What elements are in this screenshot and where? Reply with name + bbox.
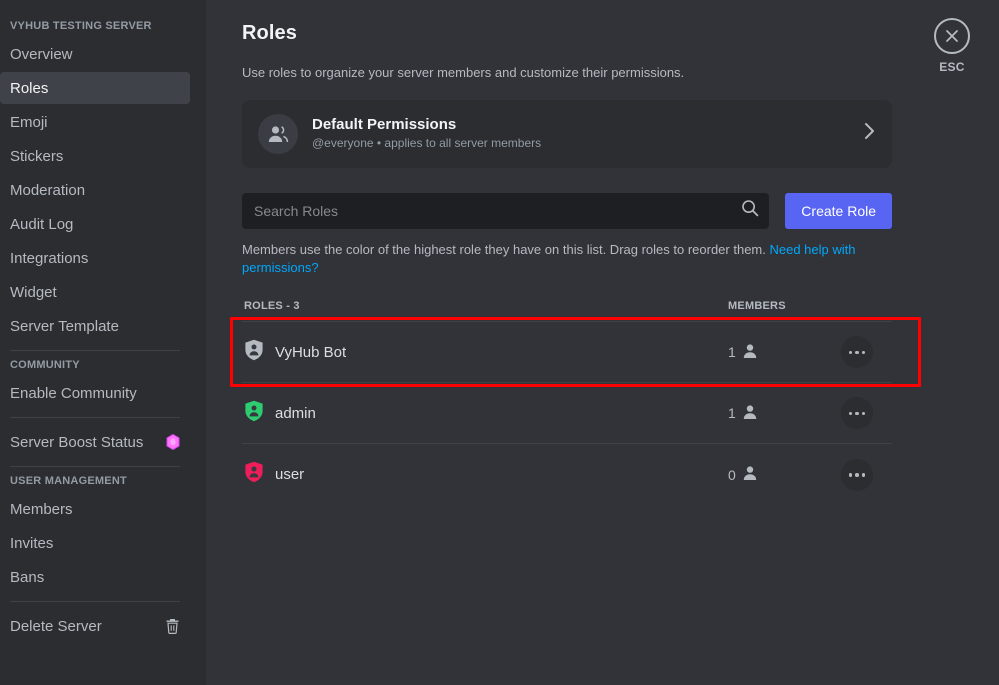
sidebar-item-members[interactable]: Members [0,493,190,525]
page-title: Roles [242,22,297,44]
sidebar-divider-4 [10,601,180,602]
sidebar-item-bans[interactable]: Bans [0,561,190,593]
role-shield-icon [244,400,264,427]
default-permissions-subtitle: @everyone • applies to all server member… [312,136,542,151]
roles-table: ROLES - 3 MEMBERS VyHub Bot 1 admin 1 user 0 [242,300,892,505]
role-shield-icon [244,339,264,366]
sidebar-item-label: Audit Log [10,215,74,233]
sidebar-item-overview[interactable]: Overview [0,38,190,70]
settings-main-panel: Roles Use roles to organize your server … [206,0,999,685]
role-name-cell: user [242,461,622,488]
role-name: user [275,466,305,484]
sidebar-item-invites[interactable]: Invites [0,527,190,559]
sidebar-item-moderation[interactable]: Moderation [0,174,190,206]
sidebar-item-stickers[interactable]: Stickers [0,140,190,172]
trash-icon [165,618,180,634]
search-input[interactable] [254,202,742,219]
sidebar-item-label: Server Boost Status [10,433,144,451]
sidebar-item-label: Bans [10,568,45,586]
sidebar-item-emoji[interactable]: Emoji [0,106,190,138]
sidebar-user-management-section: Members Invites Bans [0,493,190,593]
more-options-icon[interactable] [841,458,873,491]
sidebar-item-label: Integrations [10,249,89,267]
sidebar-item-label: Members [10,500,73,518]
chevron-right-icon [863,121,876,146]
sidebar-community-header: COMMUNITY [10,359,80,371]
sidebar-item-label: Enable Community [10,384,137,402]
page-subtitle: Use roles to organize your server member… [242,65,685,80]
close-icon [934,18,970,54]
sidebar-divider-1 [10,350,180,351]
default-permissions-card[interactable]: Default Permissions @everyone • applies … [242,99,892,168]
role-member-count-cell: 1 [622,404,822,423]
role-member-count-cell: 1 [622,343,822,362]
sidebar-divider-2 [10,417,180,418]
table-row[interactable]: user 0 [242,444,892,505]
person-icon [742,404,758,423]
settings-sidebar: VYHUB TESTING SERVER Overview Roles Emoji S… [0,0,206,685]
role-actions-cell [822,336,892,369]
person-icon [742,343,758,362]
sidebar-server-section: Overview Roles Emoji Stickers Moderation Audi… [0,38,190,342]
roles-hint: Members use the color of the highest rol… [242,241,892,278]
sidebar-item-label: Stickers [10,147,64,165]
more-options-icon[interactable] [841,336,873,369]
sidebar-item-server-template[interactable]: Server Template [0,310,190,342]
role-shield-icon [244,461,264,488]
sidebar-item-widget[interactable]: Widget [0,276,190,308]
roles-table-header: ROLES - 3 MEMBERS [242,300,892,323]
role-name: VyHub Bot [275,343,347,361]
role-name: admin [275,404,316,422]
more-options-icon[interactable] [841,397,873,430]
sidebar-item-audit-log[interactable]: Audit Log [0,208,190,240]
sidebar-item-label: Emoji [10,113,48,131]
esc-label: ESC [939,60,965,74]
table-row[interactable]: VyHub Bot 1 [242,322,892,384]
roles-list: VyHub Bot 1 admin 1 user 0 [242,322,892,505]
role-member-count: 1 [728,405,736,422]
sidebar-item-enable-community[interactable]: Enable Community [0,377,190,409]
sidebar-item-delete-server[interactable]: Delete Server [0,610,190,642]
default-permissions-title: Default Permissions [312,115,457,133]
role-name-cell: admin [242,400,622,427]
people-icon [258,113,298,154]
sidebar-item-label: Server Template [10,317,119,335]
column-header-members: MEMBERS [728,300,786,313]
table-row[interactable]: admin 1 [242,383,892,445]
sidebar-item-label: Invites [10,534,54,552]
sidebar-item-server-boost-status[interactable]: Server Boost Status [0,426,190,458]
sidebar-item-label: Roles [10,79,49,97]
sidebar-item-label: Overview [10,45,73,63]
create-role-button[interactable]: Create Role [785,192,892,229]
close-settings-button[interactable]: ESC [924,18,980,74]
sidebar-item-roles[interactable]: Roles [0,72,190,104]
role-member-count: 0 [728,466,736,483]
sidebar-item-label: Widget [10,283,57,301]
boost-gem-icon [166,434,180,450]
search-roles-box[interactable] [242,192,770,229]
role-actions-cell [822,397,892,430]
sidebar-user-management-header: USER MANAGEMENT [10,475,127,487]
search-icon [741,199,759,222]
sidebar-item-integrations[interactable]: Integrations [0,242,190,274]
settings-window: VYHUB TESTING SERVER Overview Roles Emoji S… [0,0,999,685]
sidebar-community-section: Enable Community [0,377,190,409]
column-header-roles: ROLES - 3 [244,300,300,313]
sidebar-server-name: VYHUB TESTING SERVER [10,20,152,32]
sidebar-item-label: Delete Server [10,617,102,635]
role-member-count: 1 [728,344,736,361]
roles-hint-text: Members use the color of the highest rol… [242,241,770,257]
role-member-count-cell: 0 [622,465,822,484]
role-name-cell: VyHub Bot [242,339,622,366]
role-actions-cell [822,458,892,491]
sidebar-item-label: Moderation [10,181,86,199]
sidebar-divider-3 [10,466,180,467]
roles-search-row: Create Role [242,192,892,229]
person-icon [742,465,758,484]
